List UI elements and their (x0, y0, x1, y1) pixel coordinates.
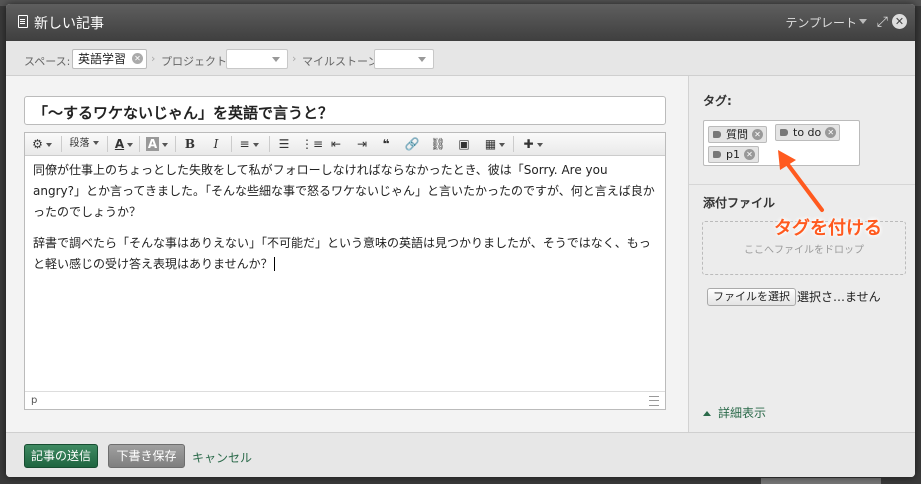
sidebar: タグ: 質問 ✕ to do ✕ p1 ✕ 添付ファイル ここへファイルをドロップ フ… (688, 76, 915, 432)
toolbar-divider (513, 136, 514, 152)
breadcrumb-separator: › (292, 52, 297, 65)
tag-label: 質問 (726, 128, 748, 141)
paragraph-label: 段落 (69, 138, 90, 149)
tag-chip: to do ✕ (775, 124, 841, 141)
toolbar-divider (231, 136, 232, 152)
remove-tag-icon[interactable]: ✕ (825, 127, 837, 138)
dialog-footer: 記事の送信 下書き保存 キャンセル (6, 432, 915, 477)
element-path: p (31, 395, 38, 406)
remove-tag-icon[interactable]: ✕ (743, 149, 755, 160)
annotation-arrow-icon (778, 150, 824, 212)
link-icon[interactable]: 🔗 (403, 135, 421, 153)
breadcrumb: スペース: 英語学習 ✕ › プロジェクト › マイルストーン (6, 41, 915, 76)
space-selector[interactable]: 英語学習 ✕ (72, 49, 148, 69)
body-paragraph-text: 辞書で調べたら「そんな事はありえない」「不可能だ」という意味の英語は見つかりまし… (33, 236, 651, 271)
details-toggle[interactable]: 詳細表示 (703, 404, 766, 421)
image-icon[interactable]: ▣ (455, 135, 473, 153)
remove-tag-icon[interactable]: ✕ (752, 129, 763, 140)
tags-heading: タグ: (703, 94, 732, 108)
background-page-text (761, 478, 881, 484)
choose-file-button[interactable]: ファイルを選択 (707, 288, 796, 306)
plugin-icon[interactable]: ✚ (519, 135, 547, 153)
indent-icon[interactable]: ⇥ (353, 135, 371, 153)
text-color-label: A (114, 137, 125, 151)
triangle-up-icon (703, 411, 711, 416)
subject-input[interactable]: 「〜するワケないじゃん」を英語で言うと？ (24, 96, 666, 125)
bold-button[interactable]: B (181, 135, 199, 153)
tag-label: p1 (726, 148, 740, 161)
unlink-icon[interactable]: ⛓ (429, 135, 447, 153)
chevron-down-icon (418, 57, 426, 62)
annotation-label: タグを付ける (774, 218, 882, 239)
outdent-icon[interactable]: ⇤ (327, 135, 345, 153)
body-paragraph: 辞書で調べたら「そんな事はありえない」「不可能だ」という意味の英語は見つかりまし… (33, 233, 657, 275)
align-dropdown[interactable]: ≡ (235, 135, 263, 153)
editor-area: 「〜するワケないじゃん」を英語で言うと？ ⚙ 段落 A A B I ≡ ☰ ⋮≡… (6, 76, 688, 432)
details-label: 詳細表示 (718, 406, 767, 420)
rich-text-editor: ⚙ 段落 A A B I ≡ ☰ ⋮≡ ⇤ ⇥ ❝ 🔗 ⛓ ▣ ▦ ✚ 同僚が仕… (24, 132, 666, 410)
chevron-down-icon (272, 57, 280, 62)
send-article-button[interactable]: 記事の送信 (24, 444, 98, 468)
expand-icon[interactable]: ⤢ (877, 14, 888, 30)
bullet-list-icon[interactable]: ☰ (275, 135, 293, 153)
italic-button[interactable]: I (207, 135, 225, 153)
table-icon[interactable]: ▦ (481, 135, 509, 153)
cancel-link[interactable]: キャンセル (192, 449, 252, 466)
editor-statusbar: p (25, 391, 665, 409)
template-caret-icon[interactable] (859, 19, 867, 24)
body-paragraph: 同僚が仕事上のちょっとした失敗をして私がフォローしなければならなかったとき、彼は… (33, 163, 655, 219)
file-status: 選択さ…ません (797, 290, 881, 304)
numbered-list-icon[interactable]: ⋮≡ (301, 135, 323, 153)
tag-chip: p1 ✕ (708, 146, 759, 163)
dialog-title: 新しい記事 (34, 16, 104, 32)
toolbar-divider (107, 136, 108, 152)
document-icon (18, 15, 28, 28)
toolbar-divider (139, 136, 140, 152)
project-label: プロジェクト (161, 55, 227, 68)
settings-gear-icon[interactable]: ⚙ (29, 135, 55, 153)
toolbar-divider (61, 136, 62, 152)
breadcrumb-separator: › (151, 52, 156, 65)
paragraph-format-dropdown[interactable]: 段落 (65, 135, 103, 153)
bg-color-label: A (145, 137, 160, 151)
tag-chip: 質問 ✕ (708, 126, 767, 143)
project-select[interactable] (226, 49, 288, 69)
editor-toolbar: ⚙ 段落 A A B I ≡ ☰ ⋮≡ ⇤ ⇥ ❝ 🔗 ⛓ ▣ ▦ ✚ (25, 133, 665, 156)
tag-icon (780, 129, 788, 136)
milestone-label: マイルストーン (302, 55, 379, 68)
tag-icon (713, 151, 721, 158)
tag-label: to do (793, 126, 822, 139)
background-color-button[interactable]: A (143, 135, 171, 153)
toolbar-divider (269, 136, 270, 152)
space-value: 英語学習 (78, 52, 127, 66)
attachments-heading: 添付ファイル (703, 196, 776, 210)
space-label: スペース: (24, 55, 71, 68)
text-cursor (273, 257, 275, 271)
dialog-titlebar: 新しい記事 テンプレート ⤢ ✕ (6, 4, 915, 41)
resize-handle-icon[interactable] (649, 396, 659, 406)
new-article-dialog: 新しい記事 テンプレート ⤢ ✕ スペース: 英語学習 ✕ › プロジェクト ›… (6, 4, 915, 477)
blockquote-icon[interactable]: ❝ (377, 135, 395, 153)
tag-icon (713, 131, 721, 138)
remove-space-icon[interactable]: ✕ (132, 53, 144, 64)
milestone-select[interactable] (374, 49, 434, 69)
save-draft-button[interactable]: 下書き保存 (108, 444, 185, 468)
editor-body[interactable]: 同僚が仕事上のちょっとした失敗をして私がフォローしなければならなかったとき、彼は… (25, 156, 665, 392)
text-color-button[interactable]: A (111, 135, 137, 153)
toolbar-divider (175, 136, 176, 152)
template-menu[interactable]: テンプレート (785, 14, 857, 31)
close-icon[interactable]: ✕ (892, 14, 907, 29)
